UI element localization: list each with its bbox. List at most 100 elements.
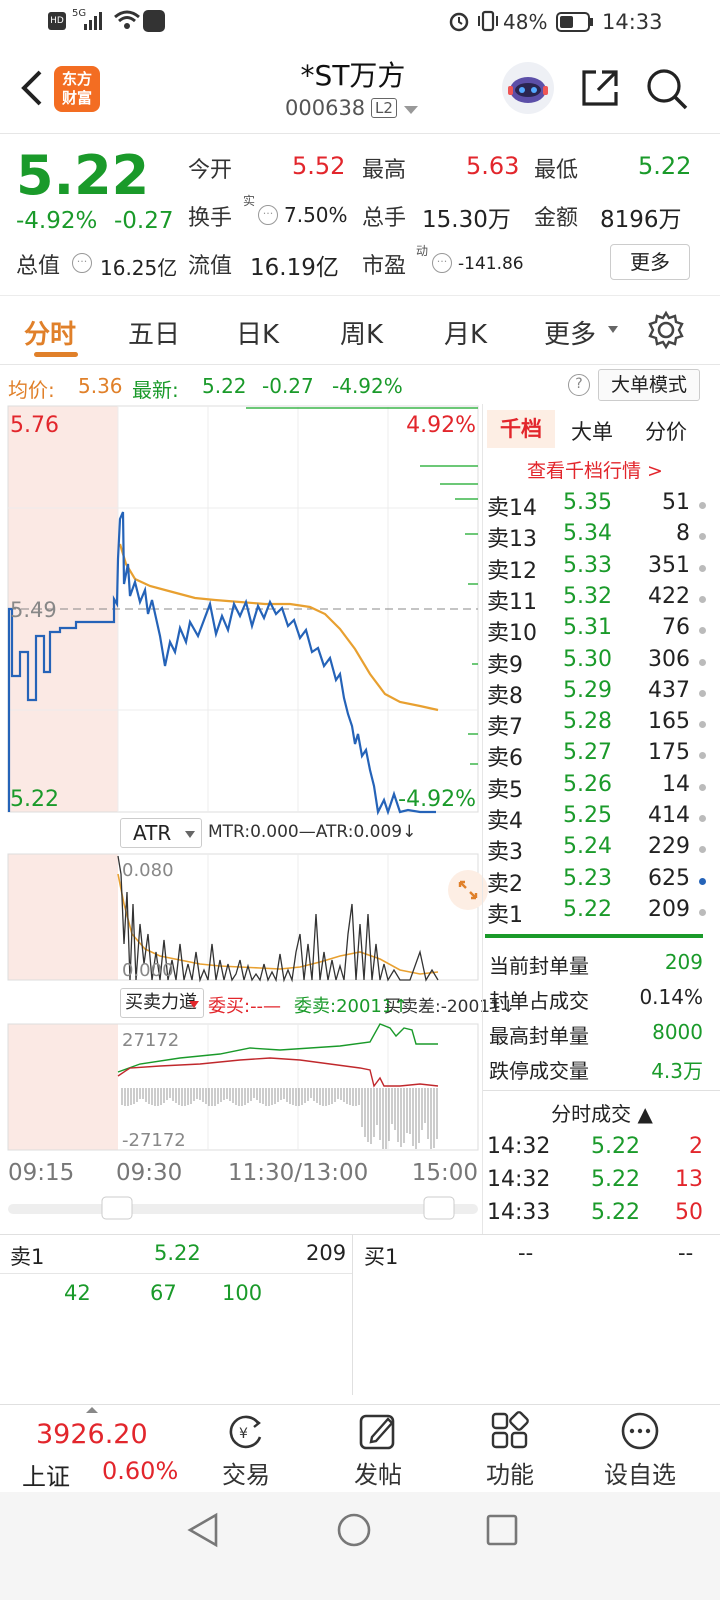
depth-link[interactable]: 查看千档行情 > [483, 456, 707, 483]
tick-row: 14:32 5.22 13 [487, 1167, 703, 1198]
flow-max-label: 27172 [122, 1030, 179, 1051]
add-watchlist-button[interactable]: 设自选 [590, 1455, 690, 1490]
y-min-label: 5.22 [10, 787, 59, 812]
tab-depth[interactable]: 千档 [487, 410, 555, 448]
order-side-panel: 千档 大单 分价 查看千档行情 > 卖14 5.35 51 卖13 5.34 8 卖12 5.… [482, 404, 720, 1234]
tab-big-order[interactable]: 大单 [571, 416, 613, 446]
ask-row[interactable]: 卖5 5.26 14 [487, 772, 712, 803]
ask-row[interactable]: 卖11 5.32 422 [487, 584, 712, 615]
flow-selector[interactable]: 买卖力道 [120, 988, 204, 1018]
more-button[interactable]: 更多 [610, 244, 690, 280]
ask-volume: 351 [648, 552, 690, 578]
index-value[interactable]: 3926.20 [36, 1419, 148, 1450]
add-watchlist-icon[interactable] [620, 1411, 660, 1455]
share-icon[interactable] [578, 66, 622, 114]
nav-recents-icon[interactable] [486, 1514, 518, 1550]
nav-home-icon[interactable] [336, 1512, 372, 1552]
ask-price: 5.27 [563, 740, 612, 766]
right-tick-marks [246, 407, 478, 765]
open-label: 今开 [188, 158, 233, 183]
ask-row[interactable]: 卖12 5.33 351 [487, 553, 712, 584]
post-button[interactable]: 发帖 [328, 1455, 428, 1490]
ask-price: 5.33 [563, 552, 612, 578]
seal-stat-row: 封单占成交 0.14% [489, 985, 703, 1016]
pe-info-icon[interactable]: ··· [432, 253, 452, 273]
turnover-info-icon[interactable]: ··· [258, 205, 278, 225]
ask-volume: 437 [648, 677, 690, 703]
ask-row[interactable]: 卖6 5.27 175 [487, 740, 712, 771]
tab-intraday[interactable]: 分时 [24, 314, 76, 351]
seal-stat-row: 最高封单量 8000 [489, 1020, 703, 1051]
atr-selector[interactable]: ATR [120, 818, 202, 848]
tab-weekly-k[interactable]: 周K [340, 314, 383, 351]
ask-row[interactable]: 卖2 5.23 625 [487, 866, 712, 897]
trade-icon[interactable]: ¥ [226, 1411, 266, 1455]
ask-row[interactable]: 卖10 5.31 76 [487, 615, 712, 646]
search-icon[interactable] [644, 66, 690, 116]
intraday-chart[interactable]: 5.76 5.49 5.22 4.92% -4.92% 0.080 0.000 … [0, 404, 482, 1234]
sell1-volume: 209 [306, 1241, 347, 1265]
help-icon[interactable]: ? [568, 374, 590, 396]
range-handle-right[interactable] [423, 1196, 455, 1220]
ask-row[interactable]: 卖9 5.30 306 [487, 647, 712, 678]
ask-row[interactable]: 卖7 5.28 165 [487, 709, 712, 740]
atr-min-label: 0.000 [122, 960, 174, 981]
ticks-title[interactable]: 分时成交 ▲ [483, 1098, 720, 1127]
current-price: 5.22 [16, 144, 150, 207]
functions-button[interactable]: 功能 [460, 1455, 560, 1490]
tab-price-dist[interactable]: 分价 [645, 416, 687, 446]
range-handle-left[interactable] [101, 1196, 133, 1220]
ask-volume: 8 [676, 521, 690, 547]
ask-price: 5.23 [563, 865, 612, 891]
ask-dot-icon [699, 689, 706, 697]
ask-level: 卖3 [487, 840, 523, 866]
atr-dropdown-icon [185, 831, 195, 838]
ask-row[interactable]: 卖3 5.24 229 [487, 834, 712, 865]
nav-back-icon[interactable] [186, 1512, 220, 1552]
ask-separator [485, 934, 703, 938]
flow-dropdown-icon [189, 1001, 199, 1008]
premarket-shade-atr [8, 854, 118, 980]
seal-stat-label: 最高封单量 [489, 1024, 589, 1048]
sell1-label: 卖1 [10, 1245, 45, 1269]
post-icon[interactable] [358, 1411, 398, 1455]
ask-row[interactable]: 卖4 5.25 414 [487, 803, 712, 834]
queue-order: 67 [150, 1281, 177, 1305]
ask-level: 卖6 [487, 746, 523, 772]
code-dropdown-icon[interactable] [404, 106, 418, 114]
ask-price: 5.26 [563, 771, 612, 797]
buy1-label: 买1 [364, 1245, 399, 1269]
ask-dot-icon [699, 877, 706, 885]
tab-five-day[interactable]: 五日 [128, 314, 180, 351]
tick-volume: 13 [675, 1167, 703, 1192]
battery-percent: 48% [503, 10, 548, 34]
trade-button[interactable]: 交易 [196, 1455, 296, 1490]
open-value: 5.52 [292, 152, 346, 180]
tab-daily-k[interactable]: 日K [236, 314, 279, 351]
functions-icon[interactable] [490, 1411, 530, 1455]
chart-area: 5.76 5.49 5.22 4.92% -4.92% 0.080 0.000 … [0, 404, 720, 1234]
seal-stat-value: 8000 [652, 1020, 703, 1044]
settings-icon[interactable] [646, 310, 686, 354]
ask-row[interactable]: 卖8 5.29 437 [487, 678, 712, 709]
ask-level: 卖1 [487, 902, 523, 928]
tab-more[interactable]: 更多 [544, 314, 596, 351]
ask-dot-icon [699, 815, 706, 822]
seal-stat-value: 209 [664, 950, 703, 974]
mcap-info-icon[interactable]: ··· [72, 253, 92, 273]
atr-values-text: MTR:0.000—ATR:0.009↓ [208, 822, 417, 842]
level2-badge[interactable]: L2 [371, 98, 397, 118]
seal-stat-label: 跌停成交量 [489, 1059, 589, 1083]
range-track [8, 1204, 478, 1214]
ask-dot-icon [699, 595, 706, 603]
tab-monthly-k[interactable]: 月K [444, 314, 487, 351]
ask-volume: 422 [648, 583, 690, 609]
robot-assistant-icon[interactable] [502, 62, 554, 114]
book-divider [352, 1235, 353, 1395]
ask-row[interactable]: 卖13 5.34 8 [487, 521, 712, 552]
more-dropdown-icon[interactable] [608, 326, 618, 333]
ask-row[interactable]: 卖14 5.35 51 [487, 490, 712, 521]
big-order-mode-button[interactable]: 大单模式 [598, 369, 700, 401]
ask-row[interactable]: 卖1 5.22 209 [487, 897, 712, 928]
pct-max-label: 4.92% [406, 413, 476, 438]
